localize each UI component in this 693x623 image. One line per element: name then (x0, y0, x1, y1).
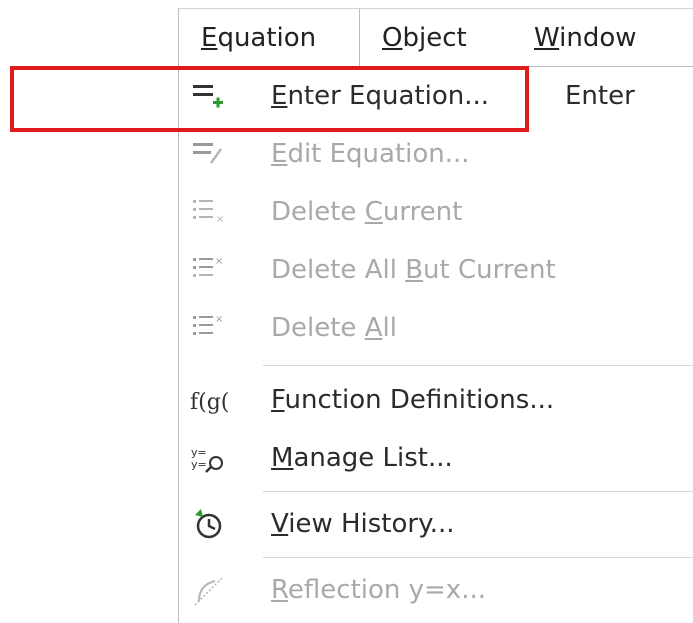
enter-equation-label: Enter Equation... (271, 67, 489, 125)
manage-list-label-post: anage List... (293, 443, 453, 473)
svg-text:y=: y= (191, 458, 207, 471)
edit-equation-icon (189, 135, 229, 175)
reflection-label-post: eflection y=x... (287, 575, 486, 605)
reflection-label: Reflection y=x... (271, 561, 486, 619)
menu-separator (263, 491, 693, 492)
menu-equation-label: quation (217, 23, 317, 53)
menu-window-label: indow (559, 23, 637, 53)
svg-text:×: × (216, 214, 224, 225)
menu-separator (263, 365, 693, 366)
manage-list-icon: y= y= (189, 439, 229, 479)
menu-object-label: bject (402, 23, 467, 53)
menu-window[interactable]: Window (534, 9, 637, 67)
menu-separator (263, 557, 693, 558)
menu-equation[interactable]: Equation (178, 9, 360, 67)
menu-item-delete-current[interactable]: × Delete Current (179, 183, 693, 241)
menu-equation-mnemonic: E (201, 23, 218, 53)
menu-item-reflection[interactable]: Reflection y=x... (179, 561, 693, 619)
edit-equation-label: Edit Equation... (271, 125, 470, 183)
menu-item-manage-list[interactable]: y= y= Manage List... (179, 429, 693, 487)
equation-dropdown-menu: Enter Equation... Enter Edit Equation...… (178, 66, 693, 623)
svg-text:×: × (215, 256, 223, 267)
delete-current-icon: × (189, 193, 229, 233)
edit-equation-label-post: dit Equation... (287, 139, 470, 169)
reflection-mnemonic: R (271, 575, 288, 605)
function-definitions-icon: f(g( (189, 381, 229, 421)
menu-item-view-history[interactable]: View History... (179, 495, 693, 553)
enter-equation-label-post: nter Equation... (287, 81, 490, 111)
view-history-mnemonic: V (271, 509, 289, 539)
delete-all-but-current-label: Delete All But Current (271, 241, 556, 299)
function-definitions-label: Function Definitions... (271, 371, 554, 429)
menu-item-enter-equation[interactable]: Enter Equation... Enter (179, 67, 693, 125)
reflection-icon (189, 571, 229, 611)
edit-equation-mnemonic: E (271, 139, 288, 169)
view-history-label-post: iew History... (288, 509, 455, 539)
function-definitions-mnemonic: F (271, 385, 285, 415)
delete-current-mnemonic: C (364, 197, 383, 227)
menu-item-delete-all[interactable]: × Delete All (179, 299, 693, 357)
svg-text:f(g(: f(g( (190, 390, 229, 415)
menu-object[interactable]: Object (382, 9, 467, 67)
menu-item-edit-equation[interactable]: Edit Equation... (179, 125, 693, 183)
delete-all-label: Delete All (271, 299, 397, 357)
delete-all-but-current-label-post: ut Current (423, 255, 556, 285)
delete-all-but-current-label-pre: Delete All (271, 255, 406, 285)
delete-all-icon: × (189, 309, 229, 349)
svg-text:×: × (215, 314, 223, 325)
delete-all-mnemonic: A (364, 313, 383, 343)
delete-current-label: Delete Current (271, 183, 462, 241)
enter-equation-mnemonic: E (271, 81, 288, 111)
view-history-label: View History... (271, 495, 455, 553)
delete-all-but-current-icon: × (189, 251, 229, 291)
delete-current-label-pre: Delete (271, 197, 365, 227)
menu-item-delete-all-but-current[interactable]: × Delete All But Current (179, 241, 693, 299)
menu-object-mnemonic: O (382, 23, 403, 53)
delete-all-label-pre: Delete (271, 313, 365, 343)
function-definitions-label-post: unction Definitions... (284, 385, 555, 415)
delete-current-label-post: urrent (382, 197, 463, 227)
menu-item-function-definitions[interactable]: f(g( Function Definitions... (179, 371, 693, 429)
manage-list-mnemonic: M (271, 443, 294, 473)
delete-all-label-post: ll (382, 313, 397, 343)
delete-all-but-current-mnemonic: B (405, 255, 424, 285)
enter-equation-icon (189, 77, 229, 117)
manage-list-label: Manage List... (271, 429, 453, 487)
enter-equation-shortcut: Enter (565, 81, 635, 111)
menu-bar: Equation Object Window (178, 8, 693, 67)
history-icon (189, 505, 229, 545)
menu-window-mnemonic: W (534, 23, 560, 53)
